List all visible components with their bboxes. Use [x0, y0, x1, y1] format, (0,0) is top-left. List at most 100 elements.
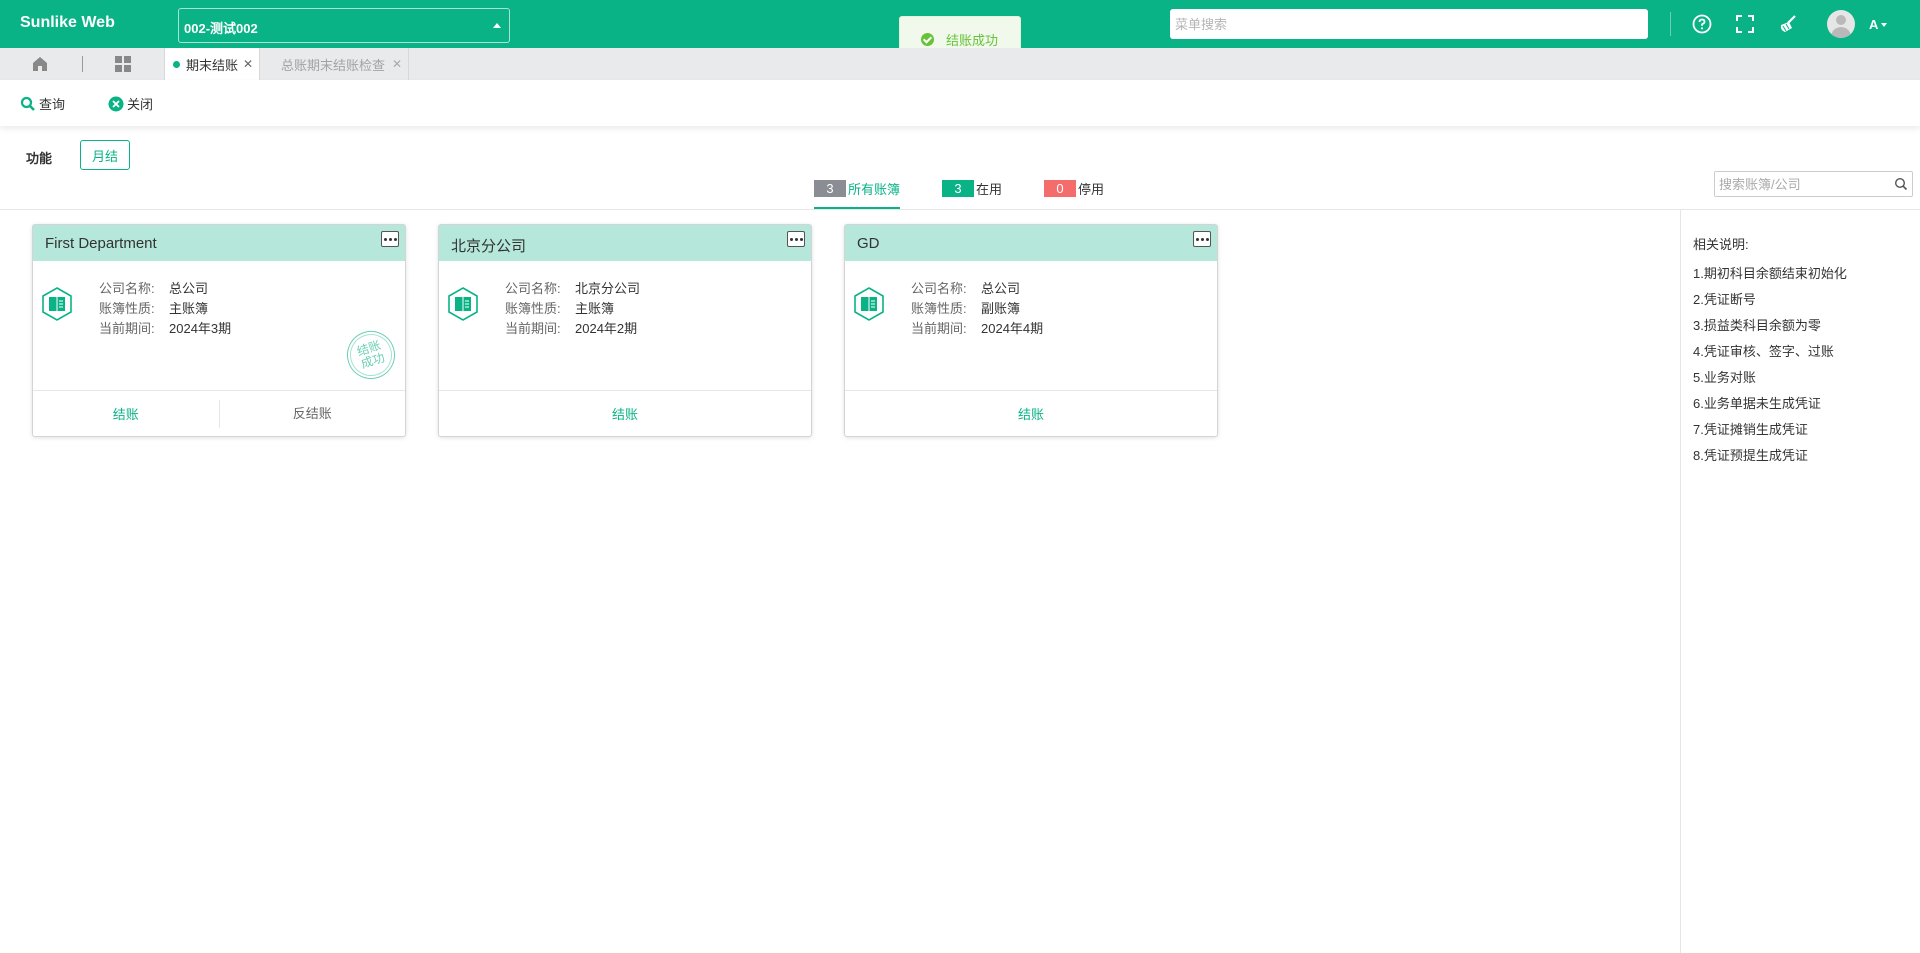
broom-icon[interactable] [1776, 12, 1800, 36]
card-title: 北京分公司 [451, 238, 527, 255]
query-label: 查询 [39, 97, 66, 112]
tab-period-end-closing[interactable]: 期末结账 ✕ [164, 48, 260, 80]
toast-message: 结账成功 [946, 32, 999, 48]
close-icon[interactable]: ✕ [243, 57, 253, 71]
card-footer: 结账 [439, 390, 811, 436]
note-item: 7.凭证摊销生成凭证 [1693, 422, 1808, 437]
ledger-card-beijing-branch: 北京分公司 公司名称: 北京分公司 账簿性质: 主账簿 当前期间: 2024年2期 结… [438, 224, 812, 437]
close-ledger-button[interactable]: 结账 [439, 404, 811, 423]
user-name[interactable]: A [1869, 17, 1878, 32]
more-icon[interactable] [381, 231, 399, 247]
more-icon[interactable] [1193, 231, 1211, 247]
period-value: 2024年2期 [575, 321, 638, 336]
card-header: First Department [33, 225, 405, 261]
book-type-value: 主账簿 [169, 301, 209, 316]
ledger-book-icon [447, 287, 479, 321]
fullscreen-icon[interactable] [1733, 12, 1757, 36]
book-search [1714, 171, 1913, 197]
success-check-icon [921, 32, 934, 46]
card-title: GD [857, 235, 880, 252]
grid-icon[interactable] [114, 55, 132, 73]
company-label: 公司名称: [505, 281, 561, 296]
close-button[interactable]: 关闭 [108, 94, 153, 113]
note-item: 5.业务对账 [1693, 370, 1756, 385]
active-dot-icon [173, 60, 180, 68]
filter-count-badge: 0 [1044, 180, 1076, 197]
ledger-book-icon [853, 287, 885, 321]
user-avatar[interactable] [1827, 10, 1855, 38]
period-label: 当前期间: [99, 321, 155, 336]
card-title: First Department [45, 235, 157, 252]
reverse-close-button[interactable]: 反结账 [218, 399, 406, 428]
note-item: 1.期初科目余额结束初始化 [1693, 266, 1847, 281]
stamp-text: 结账成功 [344, 328, 398, 382]
note-item: 4.凭证审核、签字、过账 [1693, 344, 1834, 359]
search-icon [20, 96, 36, 112]
home-icon[interactable] [30, 54, 50, 74]
brand-logo[interactable]: Sunlike Web [20, 14, 115, 32]
book-type-label: 账簿性质: [911, 301, 967, 316]
book-type-value: 副账簿 [981, 301, 1021, 316]
more-icon[interactable] [787, 231, 805, 247]
card-info: 公司名称: 总公司 账簿性质: 主账簿 当前期间: 2024年3期 [99, 279, 231, 339]
card-header: GD [845, 225, 1217, 261]
filter-count-badge: 3 [814, 180, 846, 197]
note-item: 6.业务单据未生成凭证 [1693, 396, 1821, 411]
note-item: 2.凭证断号 [1693, 292, 1756, 307]
company-value: 总公司 [981, 281, 1021, 296]
filter-divider [0, 209, 1920, 210]
book-search-input[interactable] [1715, 172, 1885, 196]
company-label: 公司名称: [911, 281, 967, 296]
tab-bar: 期末结账 ✕ 总账期末结账检查 ✕ [0, 48, 1920, 80]
company-value: 总公司 [169, 281, 209, 296]
close-ledger-button[interactable]: 结账 [33, 404, 219, 423]
card-footer: 结账 [845, 390, 1217, 436]
period-label: 当前期间: [911, 321, 967, 336]
header-divider [1670, 12, 1671, 36]
filter-label: 在用 [976, 182, 1003, 197]
book-type-label: 账簿性质: [505, 301, 561, 316]
company-value: 北京分公司 [575, 281, 641, 296]
filter-label: 所有账簿 [848, 182, 901, 197]
query-button[interactable]: 查询 [20, 94, 65, 113]
card-info: 公司名称: 北京分公司 账簿性质: 主账簿 当前期间: 2024年2期 [505, 279, 640, 339]
close-label: 关闭 [127, 97, 154, 112]
ledger-book-icon [41, 287, 73, 321]
filter-disabled[interactable]: 0 停用 [1044, 180, 1104, 209]
close-circle-icon [108, 96, 124, 112]
function-label: 功能 [26, 151, 53, 166]
book-type-label: 账簿性质: [99, 301, 155, 316]
ledger-card-gd: GD 公司名称: 总公司 账簿性质: 副账簿 当前期间: 2024年4期 结账 [844, 224, 1218, 437]
close-icon[interactable]: ✕ [392, 57, 402, 71]
monthly-close-button[interactable]: 月结 [80, 140, 130, 170]
notes-panel: 相关说明: 1.期初科目余额结束初始化 2.凭证断号 3.损益类科目余额为零 4… [1680, 210, 1920, 953]
filter-in-use[interactable]: 3 在用 [942, 180, 1002, 209]
card-footer: 结账 反结账 [33, 390, 405, 436]
note-item: 3.损益类科目余额为零 [1693, 318, 1821, 333]
tab-label: 期末结账 [186, 57, 239, 73]
org-selector-value: 002-测试002 [184, 21, 258, 36]
org-selector[interactable]: 002-测试002 [178, 8, 510, 43]
notes-title: 相关说明: [1693, 237, 1749, 252]
caret-up-icon [493, 23, 501, 28]
period-value: 2024年4期 [981, 321, 1044, 336]
period-value: 2024年3期 [169, 321, 232, 336]
closed-success-stamp: 结账成功 [340, 324, 402, 386]
book-type-value: 主账簿 [575, 301, 615, 316]
chevron-down-icon[interactable] [1881, 23, 1887, 27]
note-item: 8.凭证预提生成凭证 [1693, 448, 1808, 463]
toolbar: 查询 关闭 [0, 80, 1920, 126]
card-header: 北京分公司 [439, 225, 811, 261]
card-info: 公司名称: 总公司 账簿性质: 副账簿 当前期间: 2024年4期 [911, 279, 1043, 339]
tab-divider [82, 56, 83, 72]
filter-label: 停用 [1078, 182, 1105, 197]
ledger-card-first-department: First Department 公司名称: 总公司 账簿性质: 主账簿 当前期间:… [32, 224, 406, 437]
filter-count-badge: 3 [942, 180, 974, 197]
tab-gl-closing-check[interactable]: 总账期末结账检查 ✕ [261, 48, 409, 80]
help-icon[interactable] [1690, 12, 1714, 36]
company-label: 公司名称: [99, 281, 155, 296]
menu-search-input[interactable] [1170, 9, 1648, 39]
close-ledger-button[interactable]: 结账 [845, 404, 1217, 423]
search-icon[interactable] [1894, 177, 1908, 191]
filter-all-books[interactable]: 3 所有账簿 [814, 180, 901, 209]
